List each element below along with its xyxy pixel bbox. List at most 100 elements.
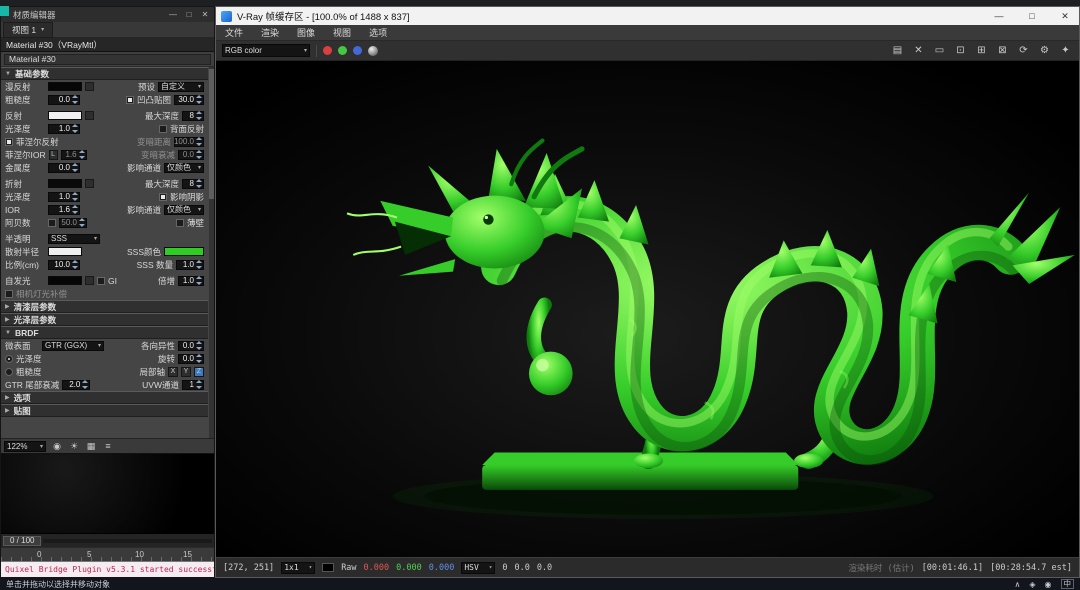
params-scrollbar[interactable] (209, 67, 214, 438)
zoom-level-dropdown[interactable]: 122%▾ (4, 441, 46, 452)
section-maps[interactable]: ▶ 贴图 (1, 404, 208, 417)
alpha-channel-button[interactable] (368, 46, 378, 56)
time-slider-track[interactable] (43, 539, 212, 543)
gtr-falloff-field[interactable]: 2.0 (62, 380, 90, 390)
language-indicator[interactable]: 中 (1061, 579, 1075, 589)
spinner-arrows[interactable] (196, 111, 202, 120)
thin-walled-checkbox[interactable] (176, 219, 184, 227)
material-name-field[interactable]: Material #30 (4, 54, 211, 65)
microfacet-dropdown[interactable]: GTR (GGX)▾ (42, 341, 104, 351)
spinner-arrows[interactable] (196, 179, 202, 188)
color-mode-dropdown[interactable]: HSV▾ (461, 562, 495, 574)
use-glossiness-radio[interactable] (5, 355, 13, 363)
abbe-field[interactable]: 50.0 (59, 218, 87, 228)
duplicate-buffer-icon[interactable]: ⊞ (974, 45, 989, 56)
menu-options[interactable]: 选项 (360, 26, 396, 39)
axis-z-button[interactable]: Z (194, 367, 204, 377)
section-basic-params[interactable]: ▼ 基础参数 (1, 67, 208, 80)
spinner-arrows[interactable] (196, 150, 202, 159)
spinner-arrows[interactable] (79, 150, 85, 159)
max-depth-field[interactable]: 8 (182, 111, 204, 121)
use-roughness-radio[interactable] (5, 368, 13, 376)
lens-effects-icon[interactable]: ✦ (1058, 45, 1073, 56)
spinner-arrows[interactable] (196, 341, 202, 350)
spinner-arrows[interactable] (196, 137, 202, 146)
fresnel-checkbox[interactable] (5, 138, 13, 146)
dim-falloff-field[interactable]: 0.0 (178, 150, 204, 160)
metalness-field[interactable]: 0.0 (48, 163, 80, 173)
refract-affect-dropdown[interactable]: 仅颜色▾ (164, 205, 204, 215)
section-coat-params[interactable]: ▶ 清漆层参数 (1, 300, 208, 313)
dim-distance-field[interactable]: 100.0 (174, 137, 204, 147)
channel-dropdown[interactable]: RGB color▾ (222, 44, 310, 57)
ior-field[interactable]: 1.6 (48, 205, 80, 215)
green-channel-button[interactable] (338, 46, 347, 55)
spinner-arrows[interactable] (72, 205, 78, 214)
fresnel-ior-field[interactable]: 1.6 (61, 150, 87, 160)
close-button[interactable]: ✕ (198, 10, 212, 19)
gi-checkbox[interactable] (97, 277, 105, 285)
maximize-button[interactable]: □ (1018, 7, 1046, 25)
section-brdf[interactable]: ▼ BRDF (1, 326, 208, 339)
close-button[interactable]: ✕ (1051, 7, 1079, 25)
gloss-field[interactable]: 1.0 (48, 124, 80, 134)
menu-file[interactable]: 文件 (216, 26, 252, 39)
diffuse-map-button[interactable] (85, 82, 94, 91)
save-image-icon[interactable]: ▤ (890, 45, 905, 56)
options-menu-icon[interactable]: ≡ (102, 441, 114, 451)
checker-background-icon[interactable]: ▦ (85, 441, 97, 452)
spinner-arrows[interactable] (72, 260, 78, 269)
pixel-size-dropdown[interactable]: 1x1▾ (281, 562, 315, 574)
multiplier-field[interactable]: 1.0 (178, 276, 204, 286)
spinner-arrows[interactable] (196, 276, 202, 285)
spinner-arrows[interactable] (72, 163, 78, 172)
menu-image[interactable]: 图像 (288, 26, 324, 39)
tab-view-1[interactable]: 视图 1 ▾ (3, 22, 53, 38)
backlight-icon[interactable]: ☀ (68, 441, 80, 452)
menu-view[interactable]: 视图 (324, 26, 360, 39)
preset-dropdown[interactable]: 自定义 ▾ (158, 82, 204, 92)
region-render-icon[interactable]: ▭ (932, 45, 947, 56)
bump-checkbox[interactable] (126, 96, 134, 104)
spinner-arrows[interactable] (196, 95, 202, 104)
track-mouse-icon[interactable]: ⊠ (995, 45, 1010, 56)
section-options[interactable]: ▶ 选项 (1, 391, 208, 404)
spinner-arrows[interactable] (196, 260, 202, 269)
lock-button[interactable]: L (49, 150, 58, 160)
settings-gear-icon[interactable]: ⚙ (1037, 45, 1052, 56)
refract-map-button[interactable] (85, 179, 94, 188)
scatter-color-swatch[interactable] (48, 247, 82, 256)
pixel-ratio-icon[interactable]: ⊡ (953, 45, 968, 56)
time-slider-handle[interactable]: 0 / 100 (3, 536, 41, 546)
spinner-arrows[interactable] (72, 95, 78, 104)
blue-channel-button[interactable] (353, 46, 362, 55)
maxscript-mini-listener[interactable]: Quixel Bridge Plugin v5.3.1 started succ… (1, 561, 214, 577)
affect-channels-dropdown[interactable]: 仅颜色▾ (164, 163, 204, 173)
rotation-field[interactable]: 0.0 (178, 354, 204, 364)
back-reflect-checkbox[interactable] (159, 125, 167, 133)
minimize-button[interactable]: — (985, 7, 1013, 25)
sss-color-swatch[interactable] (164, 247, 204, 256)
axis-y-button[interactable]: Y (181, 367, 191, 377)
minimize-button[interactable]: — (166, 10, 180, 19)
affect-shadows-checkbox[interactable] (159, 193, 167, 201)
self-illum-swatch[interactable] (48, 276, 82, 285)
spinner-arrows[interactable] (196, 380, 202, 389)
self-illum-map-button[interactable] (85, 276, 94, 285)
tray-network-icon[interactable]: ◈ (1029, 580, 1035, 589)
uvw-channel-field[interactable]: 1 (182, 380, 204, 390)
track-bar-ruler[interactable]: 0 5 10 15 (1, 547, 214, 561)
vfb-titlebar[interactable]: V-Ray 帧缓存区 - [100.0% of 1488 x 837] — □ … (216, 7, 1079, 25)
tray-expand-icon[interactable]: ∧ (1015, 580, 1021, 589)
spinner-arrows[interactable] (82, 380, 88, 389)
red-channel-button[interactable] (323, 46, 332, 55)
spinner-arrows[interactable] (196, 354, 202, 363)
anisotropy-field[interactable]: 0.0 (178, 341, 204, 351)
roughness-field[interactable]: 0.0 (48, 95, 80, 105)
refract-color-swatch[interactable] (48, 179, 82, 188)
menu-render[interactable]: 渲染 (252, 26, 288, 39)
material-editor-titlebar[interactable]: 材质编辑器 — □ ✕ (1, 7, 214, 22)
scale-field[interactable]: 10.0 (48, 260, 80, 270)
spinner-arrows[interactable] (79, 218, 85, 227)
camera-comp-checkbox[interactable] (5, 290, 13, 298)
